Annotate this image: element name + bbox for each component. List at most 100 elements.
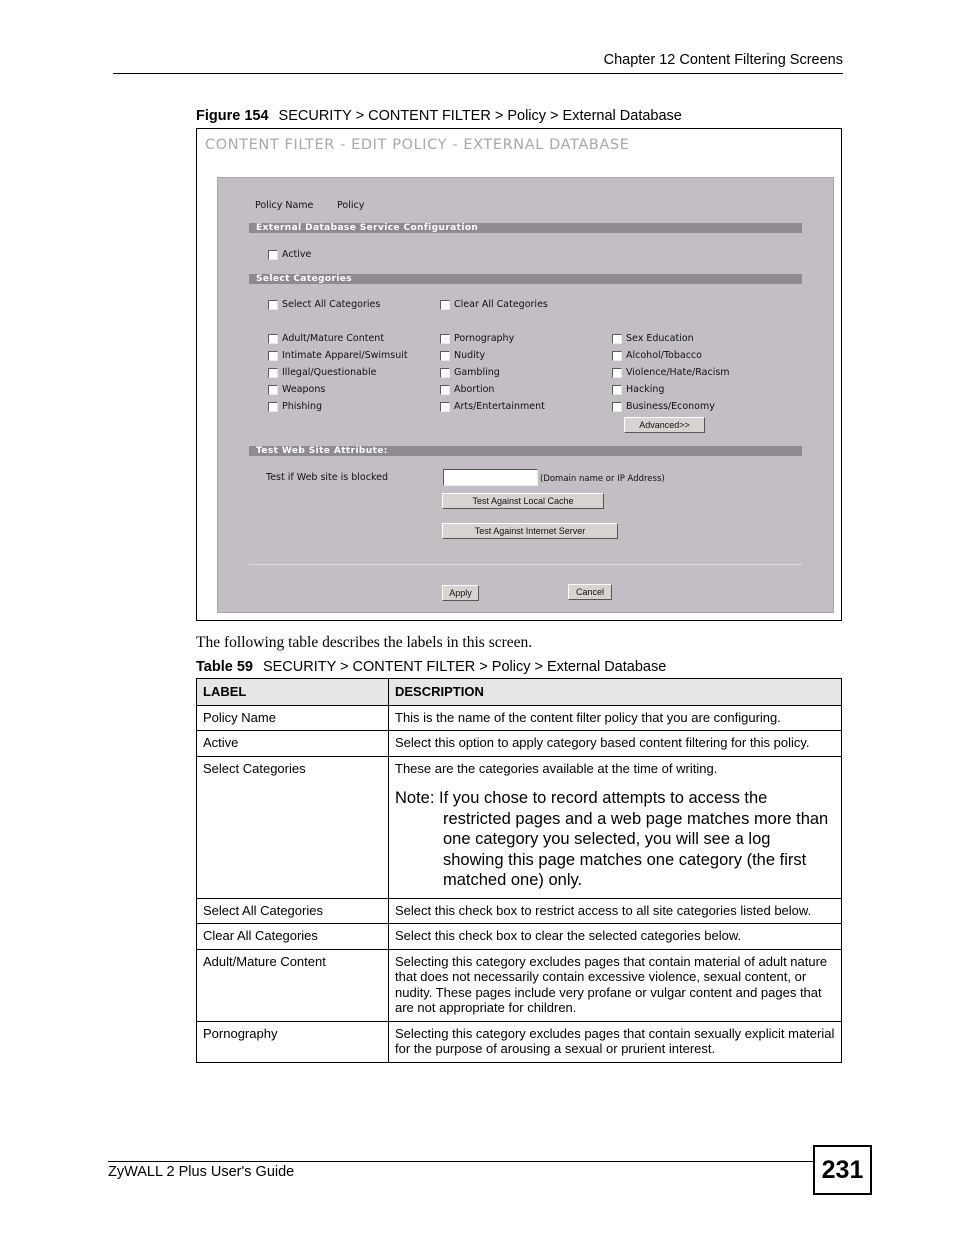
page-number: 231: [813, 1145, 872, 1195]
category-label: Illegal/Questionable: [282, 367, 377, 378]
test-site-label: Test if Web site is blocked: [266, 472, 388, 483]
checkbox-box[interactable]: [268, 249, 278, 260]
category-checkbox[interactable]: Nudity: [440, 350, 485, 361]
divider: [249, 564, 802, 565]
policy-name-label: Policy Name: [255, 200, 314, 211]
category-checkbox[interactable]: Hacking: [612, 384, 664, 395]
row-label: Adult/Mature Content: [196, 948, 389, 1022]
category-label: Hacking: [626, 384, 665, 395]
category-label: Pornography: [454, 333, 515, 344]
row-label: Pornography: [196, 1020, 389, 1063]
category-label: Weapons: [282, 384, 326, 395]
table-row: Select Categories These are the categorie…: [196, 755, 842, 899]
table-body: Policy Name This is the name of the conte…: [196, 704, 842, 1063]
clear-all-categories-checkbox[interactable]: Clear All Categories: [440, 299, 548, 310]
checkbox-box[interactable]: [612, 401, 622, 412]
category-label: Sex Education: [626, 333, 694, 344]
screen-title: CONTENT FILTER - EDIT POLICY - EXTERNAL …: [205, 137, 630, 153]
test-internet-server-button[interactable]: Test Against Internet Server: [442, 523, 618, 539]
checkbox-box[interactable]: [440, 350, 450, 361]
checkbox-box[interactable]: [268, 299, 278, 310]
checkbox-box[interactable]: [612, 350, 622, 361]
active-label: Active: [282, 249, 312, 260]
description-text: Selecting this category excludes pages t…: [395, 1025, 835, 1057]
active-checkbox[interactable]: Active: [268, 249, 311, 260]
footer-guide-title: ZyWALL 2 Plus User's Guide: [108, 1161, 814, 1180]
figure-screenshot: CONTENT FILTER - EDIT POLICY - EXTERNAL …: [196, 128, 842, 621]
category-checkbox[interactable]: Weapons: [268, 384, 325, 395]
table-row: Policy Name This is the name of the conte…: [196, 704, 842, 731]
select-all-categories-checkbox[interactable]: Select All Categories: [268, 299, 380, 310]
section-select-categories: Select Categories: [249, 274, 802, 284]
description-text: These are the categories available at th…: [395, 760, 718, 776]
category-checkbox[interactable]: Gambling: [440, 367, 500, 378]
policy-name-value: Policy: [337, 200, 365, 211]
table-row: Clear All Categories Select this check bo…: [196, 923, 842, 950]
row-description: This is the name of the content filter p…: [388, 704, 842, 731]
figure-number: Figure 154: [196, 108, 269, 124]
category-checkbox[interactable]: Pornography: [440, 333, 514, 344]
labels-table: LABEL DESCRIPTION Policy Name This is the…: [196, 678, 842, 1063]
description-text: Selecting this category excludes pages t…: [395, 953, 828, 1016]
category-checkbox[interactable]: Business/Economy: [612, 401, 715, 412]
category-checkbox[interactable]: Violence/Hate/Racism: [612, 367, 730, 378]
clear-all-label: Clear All Categories: [454, 299, 548, 310]
checkbox-box[interactable]: [612, 384, 622, 395]
advanced-button[interactable]: Advanced>>: [624, 417, 705, 433]
table-row: Select All Categories Select this check b…: [196, 897, 842, 924]
checkbox-box[interactable]: [440, 384, 450, 395]
apply-button[interactable]: Apply: [442, 585, 479, 601]
table-caption: Table 59 SECURITY > CONTENT FILTER > Poli…: [196, 659, 666, 675]
edit-policy-panel: Policy Name Policy External Database Ser…: [217, 177, 834, 613]
category-checkbox[interactable]: Adult/Mature Content: [268, 333, 384, 344]
category-label: Abortion: [454, 384, 495, 395]
table-row: Adult/Mature Content Selecting this categ…: [196, 948, 842, 1022]
row-label: Clear All Categories: [196, 923, 389, 950]
description-text: Select this option to apply category bas…: [395, 735, 810, 750]
note-text: Note: If you chose to record attempts to…: [395, 789, 829, 889]
checkbox-box[interactable]: [612, 367, 622, 378]
row-description: Select this check box to restrict access…: [388, 897, 842, 924]
checkbox-box[interactable]: [268, 367, 278, 378]
category-label: Alcohol/Tobacco: [626, 350, 702, 361]
checkbox-box[interactable]: [268, 384, 278, 395]
checkbox-box[interactable]: [440, 367, 450, 378]
category-label: Phishing: [282, 401, 323, 412]
checkbox-box[interactable]: [268, 401, 278, 412]
category-checkbox[interactable]: Sex Education: [612, 333, 694, 344]
category-checkbox[interactable]: Intimate Apparel/Swimsuit: [268, 350, 408, 361]
test-local-cache-button[interactable]: Test Against Local Cache: [442, 493, 604, 509]
cancel-button[interactable]: Cancel: [568, 584, 612, 600]
checkbox-box[interactable]: [268, 350, 278, 361]
category-label: Gambling: [454, 367, 500, 378]
description-text: Select this check box to clear the selec…: [395, 928, 742, 943]
table-row: Active Select this option to apply catego…: [196, 730, 842, 757]
category-checkbox[interactable]: Abortion: [440, 384, 494, 395]
figure-caption: Figure 154 SECURITY > CONTENT FILTER > Po…: [196, 108, 682, 124]
checkbox-box[interactable]: [268, 333, 278, 344]
checkbox-box[interactable]: [440, 333, 450, 344]
category-checkbox[interactable]: Arts/Entertainment: [440, 401, 545, 412]
row-description: Selecting this category excludes pages t…: [388, 948, 842, 1022]
checkbox-box[interactable]: [612, 333, 622, 344]
category-label: Violence/Hate/Racism: [626, 367, 730, 378]
category-label: Arts/Entertainment: [454, 401, 545, 412]
category-label: Adult/Mature Content: [282, 333, 385, 344]
table-number: Table 59: [196, 659, 253, 675]
description-text: This is the name of the content filter p…: [395, 709, 781, 725]
table-row: Pornography Selecting this category exclu…: [196, 1020, 842, 1063]
row-description: Select this option to apply category bas…: [388, 730, 842, 757]
section-external-db: External Database Service Configuration: [249, 223, 802, 233]
row-label: Select All Categories: [196, 897, 389, 924]
header-label: LABEL: [196, 678, 389, 706]
category-checkbox[interactable]: Alcohol/Tobacco: [612, 350, 702, 361]
row-description: Selecting this category excludes pages t…: [388, 1020, 842, 1063]
test-site-input[interactable]: [443, 469, 538, 486]
category-checkbox[interactable]: Phishing: [268, 401, 322, 412]
checkbox-box[interactable]: [440, 299, 450, 310]
category-label: Business/Economy: [626, 401, 715, 412]
checkbox-box[interactable]: [440, 401, 450, 412]
description-text: Select this check box to restrict access…: [395, 902, 812, 918]
category-checkbox[interactable]: Illegal/Questionable: [268, 367, 376, 378]
row-label: Select Categories: [196, 755, 389, 899]
